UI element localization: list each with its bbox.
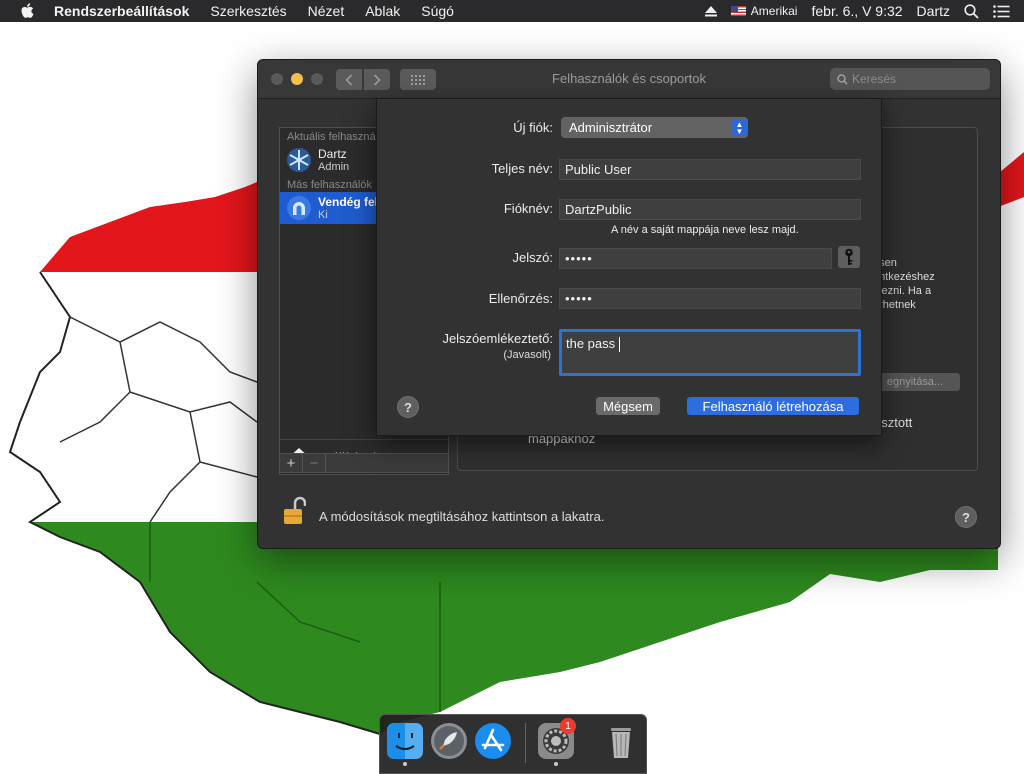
notification-badge: 1: [560, 718, 576, 734]
verify-value: •••••: [565, 291, 593, 306]
account-name-field[interactable]: DartzPublic: [559, 199, 861, 220]
password-hint-sublabel: (Javasolt): [503, 349, 551, 361]
password-field[interactable]: •••••: [559, 248, 832, 269]
search-icon: [837, 73, 848, 84]
account-type-select[interactable]: Adminisztrátor ▲ ▼: [561, 117, 748, 138]
new-account-sheet: Új fiók: Adminisztrátor ▲ ▼ Teljes név: P…: [376, 98, 882, 436]
password-hint-field[interactable]: the pass: [559, 329, 861, 376]
dock-trash[interactable]: [602, 722, 640, 760]
input-source-menu[interactable]: Amerikai: [730, 4, 798, 18]
keyboard-layout-label: Amerikai: [750, 4, 798, 18]
password-assistant-button[interactable]: [838, 246, 860, 268]
menu-edit[interactable]: Szerkesztés: [210, 3, 286, 19]
account-name-label: Fióknév:: [503, 201, 553, 216]
full-name-label: Teljes név:: [491, 161, 553, 176]
remove-user-button[interactable]: −: [303, 454, 326, 472]
dock-app-store[interactable]: [474, 722, 512, 760]
full-name-field[interactable]: Public User: [559, 159, 861, 180]
password-hint-label: Jelszóemlékeztető:: [442, 331, 553, 346]
up-down-chevron-icon: ▲ ▼: [732, 119, 747, 136]
guest-avatar-icon: [287, 196, 311, 220]
new-account-label: Új fiók:: [513, 120, 553, 135]
full-name-value: Public User: [565, 162, 632, 177]
eject-icon[interactable]: [704, 5, 717, 17]
app-store-icon: [475, 723, 511, 759]
rocket-icon: [431, 723, 467, 759]
help-button[interactable]: ?: [397, 396, 419, 418]
menu-help[interactable]: Súgó: [421, 3, 454, 19]
menu-user-name[interactable]: Dartz: [917, 3, 950, 19]
verify-password-field[interactable]: •••••: [559, 288, 861, 309]
text-caret: [619, 337, 621, 353]
dock: [379, 714, 647, 774]
finder-icon: [387, 723, 423, 759]
password-hint-value: the pass: [566, 336, 616, 351]
notification-center-icon[interactable]: [993, 4, 1010, 18]
user-name: Dartz: [318, 146, 347, 161]
search-input[interactable]: Keresés: [830, 68, 990, 90]
search-placeholder: Keresés: [852, 72, 897, 86]
menu-bar: Rendszerbeállítások Szerkesztés Nézet Ab…: [0, 0, 1024, 22]
key-icon: [845, 248, 853, 265]
running-indicator: [554, 762, 558, 766]
create-user-button[interactable]: Felhasználó létrehozása: [687, 397, 859, 415]
lock-instruction-text: A módosítások megtiltásához kattintson a…: [319, 509, 605, 524]
verify-label: Ellenőrzés:: [488, 291, 553, 306]
add-user-button[interactable]: +: [280, 454, 303, 472]
snowflake-avatar-icon: [287, 148, 311, 172]
password-value: •••••: [565, 251, 593, 266]
cancel-button[interactable]: Mégsem: [596, 397, 660, 415]
trash-icon: [611, 728, 631, 758]
menu-app-name[interactable]: Rendszerbeállítások: [54, 3, 189, 19]
account-name-value: DartzPublic: [565, 202, 632, 217]
account-type-value: Adminisztrátor: [569, 120, 653, 135]
dock-separator: [525, 723, 526, 763]
user-role: Admin: [318, 160, 350, 173]
panel-text: entkezéshez: [873, 271, 935, 283]
dock-launchpad[interactable]: [430, 722, 468, 760]
help-button[interactable]: ?: [955, 506, 977, 528]
title-bar[interactable]: Felhasználók és csoportok Keresés: [258, 60, 1000, 99]
dock-finder[interactable]: [386, 722, 424, 760]
menu-clock[interactable]: febr. 6., V 9:32: [811, 3, 902, 19]
us-flag-icon: [730, 6, 746, 16]
lock-icon[interactable]: [282, 496, 307, 529]
sidebar-toolbar: + −: [279, 453, 449, 473]
apple-icon[interactable]: [20, 3, 36, 19]
menu-window[interactable]: Ablak: [365, 3, 400, 19]
open-options-button[interactable]: egnyitása...: [870, 373, 960, 391]
password-label: Jelszó:: [512, 250, 553, 265]
account-name-hint: A név a saját mappája neve lesz majd.: [611, 224, 799, 236]
menu-view[interactable]: Nézet: [308, 3, 345, 19]
running-indicator: [403, 762, 407, 766]
spotlight-search-icon[interactable]: [964, 3, 979, 19]
